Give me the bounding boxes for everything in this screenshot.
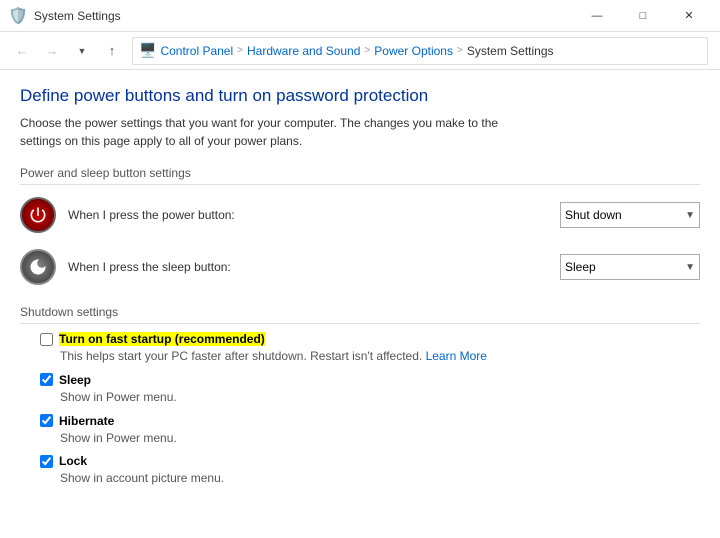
lock-checkbox-row: Lock xyxy=(40,454,700,468)
hibernate-checkbox[interactable] xyxy=(40,414,53,427)
lock-desc: Show in account picture menu. xyxy=(40,470,700,487)
sleep-checkbox[interactable] xyxy=(40,373,53,386)
button-settings-label: Power and sleep button settings xyxy=(20,166,700,185)
sleep-label: Sleep xyxy=(59,373,91,387)
page-title: Define power buttons and turn on passwor… xyxy=(20,86,700,106)
power-button-row: When I press the power button: Do nothin… xyxy=(20,193,700,237)
breadcrumb-control-panel[interactable]: Control Panel xyxy=(160,44,233,58)
lock-label: Lock xyxy=(59,454,87,468)
power-button-dropdown[interactable]: Do nothing Sleep Hibernate Shut down Tur… xyxy=(565,208,695,222)
hibernate-checkbox-row: Hibernate xyxy=(40,414,700,428)
breadcrumb: 🖥️ Control Panel > Hardware and Sound > … xyxy=(132,37,708,65)
button-settings-section: Power and sleep button settings When I p… xyxy=(20,166,700,289)
minimize-button[interactable]: — xyxy=(574,0,620,32)
main-content: Define power buttons and turn on passwor… xyxy=(0,70,720,538)
power-svg-icon xyxy=(28,205,48,225)
app-icon: 🛡️ xyxy=(8,6,28,26)
fast-startup-checkbox-row: Turn on fast startup (recommended) xyxy=(40,332,700,346)
sleep-button-icon xyxy=(20,249,56,285)
breadcrumb-current: System Settings xyxy=(467,44,554,58)
fast-startup-label: Turn on fast startup (recommended) xyxy=(59,332,265,346)
sleep-button-label: When I press the sleep button: xyxy=(68,260,548,274)
page-description: Choose the power settings that you want … xyxy=(20,114,540,150)
shutdown-item-fast-startup: Turn on fast startup (recommended) This … xyxy=(20,332,700,365)
sleep-desc: Show in Power menu. xyxy=(40,389,700,406)
shutdown-section: Shutdown settings Turn on fast startup (… xyxy=(20,305,700,487)
sleep-button-dropdown[interactable]: Do nothing Sleep Hibernate Shut down Tur… xyxy=(565,260,695,274)
shutdown-settings-label: Shutdown settings xyxy=(20,305,700,324)
close-button[interactable]: ✕ xyxy=(666,0,712,32)
breadcrumb-sep-3: > xyxy=(457,45,463,56)
power-button-label: When I press the power button: xyxy=(68,208,548,222)
app-title: System Settings xyxy=(34,9,121,23)
power-button-icon xyxy=(20,197,56,233)
breadcrumb-sep-2: > xyxy=(364,45,370,56)
breadcrumb-power-options[interactable]: Power Options xyxy=(374,44,453,58)
back-button[interactable]: ← xyxy=(8,37,36,65)
hibernate-label: Hibernate xyxy=(59,414,114,428)
breadcrumb-hardware-sound[interactable]: Hardware and Sound xyxy=(247,44,360,58)
fast-startup-checkbox[interactable] xyxy=(40,333,53,346)
recent-button[interactable]: ▼ xyxy=(68,37,96,65)
shutdown-item-sleep: Sleep Show in Power menu. xyxy=(20,373,700,406)
breadcrumb-icon: 🖥️ xyxy=(139,42,156,59)
lock-checkbox[interactable] xyxy=(40,455,53,468)
fast-startup-desc: This helps start your PC faster after sh… xyxy=(40,348,700,365)
hibernate-desc: Show in Power menu. xyxy=(40,430,700,447)
breadcrumb-sep-1: > xyxy=(237,45,243,56)
title-bar: 🛡️ System Settings — □ ✕ xyxy=(0,0,720,32)
nav-bar: ← → ▼ ↑ 🖥️ Control Panel > Hardware and … xyxy=(0,32,720,70)
shutdown-item-hibernate: Hibernate Show in Power menu. xyxy=(20,414,700,447)
up-button[interactable]: ↑ xyxy=(98,37,126,65)
power-button-dropdown-wrapper[interactable]: Do nothing Sleep Hibernate Shut down Tur… xyxy=(560,202,700,228)
learn-more-link[interactable]: Learn More xyxy=(426,349,487,363)
sleep-button-dropdown-wrapper[interactable]: Do nothing Sleep Hibernate Shut down Tur… xyxy=(560,254,700,280)
sleep-svg-icon xyxy=(28,257,48,277)
shutdown-item-lock: Lock Show in account picture menu. xyxy=(20,454,700,487)
sleep-checkbox-row: Sleep xyxy=(40,373,700,387)
forward-button[interactable]: → xyxy=(38,37,66,65)
maximize-button[interactable]: □ xyxy=(620,0,666,32)
window-controls: — □ ✕ xyxy=(574,0,712,32)
content-area: Define power buttons and turn on passwor… xyxy=(0,70,720,538)
sleep-button-row: When I press the sleep button: Do nothin… xyxy=(20,245,700,289)
